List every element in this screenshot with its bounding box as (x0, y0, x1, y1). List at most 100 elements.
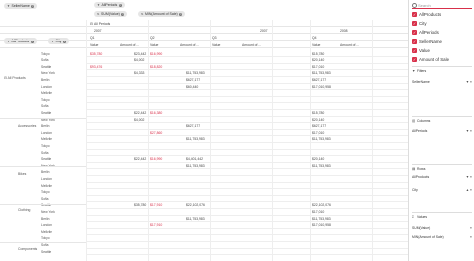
city-label[interactable]: Seattle (41, 250, 51, 254)
field-item[interactable]: ✓ Value (412, 47, 430, 54)
table-cell: $20,140 (312, 58, 325, 63)
row-divider (86, 194, 408, 196)
filter-dropdown-icon[interactable]: ▼ ≡ (466, 80, 472, 84)
city-label[interactable]: London (41, 177, 52, 181)
city-label[interactable]: London (41, 223, 52, 227)
collapse-icon[interactable]: ⊟ (4, 76, 7, 80)
filter-item[interactable]: SellerName (412, 80, 430, 84)
row-divider (86, 227, 408, 229)
checkbox-checked-icon[interactable]: ✓ (412, 57, 417, 62)
field-label: AllPeriods (419, 30, 439, 35)
row-divider (86, 247, 408, 249)
city-label[interactable]: Sofia (41, 197, 49, 201)
city-label[interactable]: London (41, 85, 52, 89)
city-label[interactable]: London (41, 131, 52, 135)
quarter-q1[interactable]: Q1 (90, 36, 95, 40)
row-item[interactable]: AllProducts (412, 175, 429, 179)
city-label[interactable]: New York (41, 210, 55, 214)
value-item[interactable]: MIN(Amount of Sale) (412, 235, 444, 239)
checkbox-checked-icon[interactable]: ✓ (412, 39, 417, 44)
row-dropdown-icon[interactable]: ▼ ≡ (466, 175, 472, 179)
city-label[interactable]: Tokyo (41, 236, 50, 240)
city-label[interactable]: Sofia (41, 58, 49, 62)
checkbox-checked-icon[interactable]: ✓ (412, 48, 417, 53)
city-label[interactable]: Sofia (41, 104, 49, 108)
field-item[interactable]: ✓ SellerName (412, 38, 442, 45)
year-2007b[interactable]: 2007 (260, 29, 268, 33)
city-label[interactable]: Tokyo (41, 144, 50, 148)
city-label[interactable]: Tokyo (41, 190, 50, 194)
field-item[interactable]: ✓ AllPeriods (412, 29, 439, 36)
search-field[interactable]: Search (412, 2, 472, 9)
column-divider (86, 20, 87, 261)
table-cell: $627,177 (312, 124, 327, 129)
column-divider (148, 20, 149, 261)
row-divider (86, 108, 408, 110)
city-label[interactable]: New York (41, 71, 55, 75)
quarter-q3[interactable]: Q3 (212, 36, 217, 40)
table-cell: $16,380 (150, 110, 163, 115)
city-label[interactable]: Sofia (41, 151, 49, 155)
close-icon[interactable]: × (31, 4, 35, 8)
row-divider (86, 135, 408, 137)
city-label[interactable]: Seattle (41, 65, 51, 69)
row-group-clothing[interactable]: Clothing (18, 208, 30, 212)
close-icon[interactable]: × (121, 12, 125, 16)
row-divider (86, 181, 408, 183)
close-icon[interactable]: × (179, 12, 183, 16)
expand-icon[interactable]: ⊟ (90, 22, 93, 26)
column-dropdown-icon[interactable]: ▼ ≡ (466, 129, 472, 133)
row-group-accessories[interactable]: Accessories (18, 124, 36, 128)
search-placeholder: Search (418, 2, 431, 8)
column-item[interactable]: AllPeriods (412, 129, 427, 133)
city-label[interactable]: Berlin (41, 124, 49, 128)
close-icon[interactable]: × (118, 3, 122, 7)
field-label: SellerName (419, 39, 442, 44)
field-item[interactable]: ✓ Amount of Sale (412, 56, 449, 63)
year-2008[interactable]: 2008 (340, 29, 348, 33)
checkbox-checked-icon[interactable]: ✓ (412, 30, 417, 35)
row-group-all-products[interactable]: ⊟ All Products (4, 76, 26, 80)
rows-section: ▤ Rows AllProducts ▼ ≡ City ▲ ≡ (412, 164, 472, 192)
city-label[interactable]: Mellvile (41, 184, 52, 188)
city-label[interactable]: Berlin (41, 217, 49, 221)
values-title: Values (417, 215, 428, 219)
city-label[interactable]: Seattle (41, 111, 51, 115)
year-2007[interactable]: 2007 (94, 29, 102, 33)
columns-title: Columns (417, 119, 431, 123)
checkbox-checked-icon[interactable]: ✓ (412, 12, 417, 17)
pivot-grid: ▼ SellerName × ▼ AllPeriods × ⇅ SUM(Valu… (0, 0, 408, 261)
city-label[interactable]: Seattle (41, 157, 51, 161)
city-label[interactable]: Berlin (41, 170, 49, 174)
table-cell: $27,860 (150, 130, 163, 135)
measure-value: Value (90, 42, 99, 47)
value-dropdown-icon[interactable]: ≡ (470, 226, 472, 230)
value-chip-sum[interactable]: ⇅ SUM(Value) × (94, 11, 128, 17)
value-chip-min[interactable]: ⇅ MIN(Amount of Sale) × (138, 11, 186, 17)
city-label[interactable]: Tokyo (41, 52, 50, 56)
field-item[interactable]: ✓ City (412, 20, 427, 27)
table-cell: $11,753,983 (186, 216, 205, 221)
column-chip-periods[interactable]: ▼ AllPeriods × (94, 2, 125, 8)
value-dropdown-icon[interactable]: ≡ (470, 235, 472, 239)
filter-icon: ▼ (97, 3, 100, 7)
row-group-bikes[interactable]: Bikes (18, 172, 26, 176)
city-label[interactable]: Tokyo (41, 98, 50, 102)
checkbox-checked-icon[interactable]: ✓ (412, 21, 417, 26)
city-label[interactable]: Mellvile (41, 137, 52, 141)
field-list-panel: Search ✓ AllProducts ✓ City ✓ AllPeriods ✓ Sell… (408, 0, 474, 261)
value-item[interactable]: SUM(Value) (412, 226, 430, 230)
city-label[interactable]: Berlin (41, 78, 49, 82)
row-group-components[interactable]: Components (18, 247, 37, 251)
quarter-q4[interactable]: Q4 (312, 36, 317, 40)
field-label: AllProducts (419, 12, 442, 17)
row-item[interactable]: City (412, 188, 418, 192)
city-label[interactable]: Mellvile (41, 230, 52, 234)
city-label[interactable]: Sofia (41, 243, 49, 247)
city-label[interactable]: Mellvile (41, 91, 52, 95)
quarter-q2[interactable]: Q2 (150, 36, 155, 40)
field-item[interactable]: ✓ AllProducts (412, 11, 441, 18)
filter-chip-seller[interactable]: ▼ SellerName × (4, 3, 38, 9)
table-cell: $18,820 (150, 64, 163, 69)
row-dropdown-icon[interactable]: ▲ ≡ (466, 188, 472, 192)
